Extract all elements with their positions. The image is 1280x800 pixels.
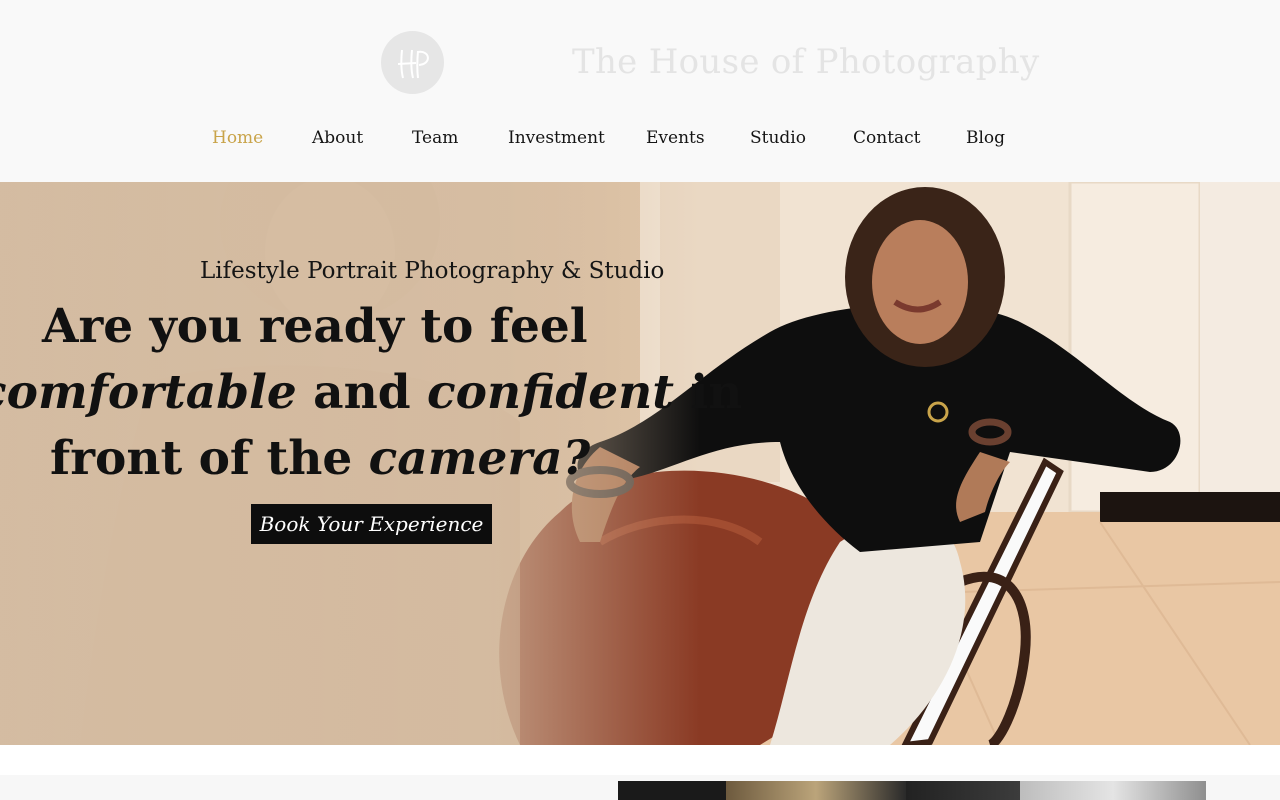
lower-section <box>0 745 1280 800</box>
main-nav: Home About Team Investment Events Studio… <box>0 128 1280 152</box>
headline-text-front: front of the <box>50 431 369 486</box>
nav-item-blog[interactable]: Blog <box>966 128 1005 148</box>
headline-emphasis-comfortable: comfortable <box>0 365 297 420</box>
headline-text-and: and <box>296 365 428 420</box>
headline-line-1: Are you ready to feel <box>42 299 588 354</box>
nav-item-studio[interactable]: Studio <box>750 128 806 148</box>
nav-item-team[interactable]: Team <box>412 128 458 148</box>
book-experience-button[interactable]: Book Your Experience <box>251 504 492 544</box>
gallery-thumb[interactable] <box>726 781 906 800</box>
headline-line-3: front of the camera? <box>50 426 670 492</box>
hp-monogram-icon <box>397 49 429 78</box>
nav-item-home[interactable]: Home <box>212 128 263 148</box>
hero-headline: Are you ready to feel comfortable and co… <box>0 294 742 492</box>
nav-item-contact[interactable]: Contact <box>853 128 921 148</box>
gallery-thumb[interactable] <box>906 781 1020 800</box>
headline-text-in: in <box>674 365 743 420</box>
site-header: HP The House of Photography Home About T… <box>0 0 1280 182</box>
headline-line-2: comfortable and confident in <box>0 360 742 426</box>
gallery-strip <box>618 781 1206 800</box>
nav-item-events[interactable]: Events <box>646 128 705 148</box>
site-title[interactable]: The House of Photography <box>572 42 1040 82</box>
headline-emphasis-confident: confident <box>427 365 674 420</box>
nav-item-investment[interactable]: Investment <box>508 128 605 148</box>
gallery-thumb[interactable] <box>1020 781 1206 800</box>
hero-section: Lifestyle Portrait Photography & Studio … <box>0 182 1280 745</box>
gallery-thumb[interactable] <box>618 781 726 800</box>
headline-emphasis-camera: camera? <box>368 431 591 486</box>
nav-item-about[interactable]: About <box>312 128 363 148</box>
hero-subtitle: Lifestyle Portrait Photography & Studio <box>200 258 665 284</box>
site-logo[interactable]: HP <box>381 31 444 94</box>
